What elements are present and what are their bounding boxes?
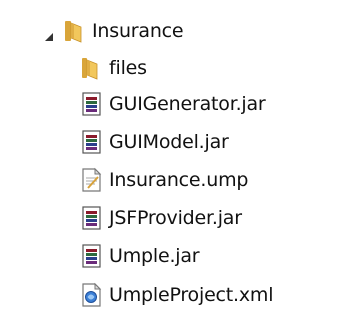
- tree-item-label: Insurance.ump: [109, 169, 249, 191]
- jar-archive-icon: [79, 129, 105, 155]
- tree-item-jsfprovider-jar[interactable]: JSFProvider.jar: [79, 203, 242, 233]
- tree-item-label: Umple.jar: [109, 245, 200, 267]
- jar-archive-icon: [79, 205, 105, 231]
- text-file-icon: [79, 167, 105, 193]
- tree-item-label: JSFProvider.jar: [109, 207, 242, 229]
- folder-icon: [79, 55, 105, 81]
- tree-item-files[interactable]: files: [79, 53, 147, 83]
- tree-root-insurance[interactable]: Insurance: [62, 16, 184, 46]
- xml-file-icon: [79, 282, 105, 308]
- collapse-triangle-icon[interactable]: [44, 27, 54, 41]
- tree-item-label: UmpleProject.xml: [109, 284, 274, 306]
- tree-item-guimodel-jar[interactable]: GUIModel.jar: [79, 127, 229, 157]
- tree-item-guigenerator-jar[interactable]: GUIGenerator.jar: [79, 89, 266, 119]
- jar-archive-icon: [79, 243, 105, 269]
- folder-open-icon: [62, 18, 88, 44]
- tree-item-label: files: [109, 57, 147, 79]
- tree-item-label: Insurance: [92, 20, 184, 42]
- tree-item-insurance-ump[interactable]: Insurance.ump: [79, 165, 248, 195]
- file-tree: Insurance files GUIGenerator.jar GUIMode…: [0, 0, 353, 333]
- tree-item-umpleproject-xml[interactable]: UmpleProject.xml: [79, 280, 274, 310]
- jar-archive-icon: [79, 91, 105, 117]
- tree-item-umple-jar[interactable]: Umple.jar: [79, 241, 200, 271]
- tree-item-label: GUIGenerator.jar: [109, 93, 266, 115]
- tree-item-label: GUIModel.jar: [109, 131, 229, 153]
